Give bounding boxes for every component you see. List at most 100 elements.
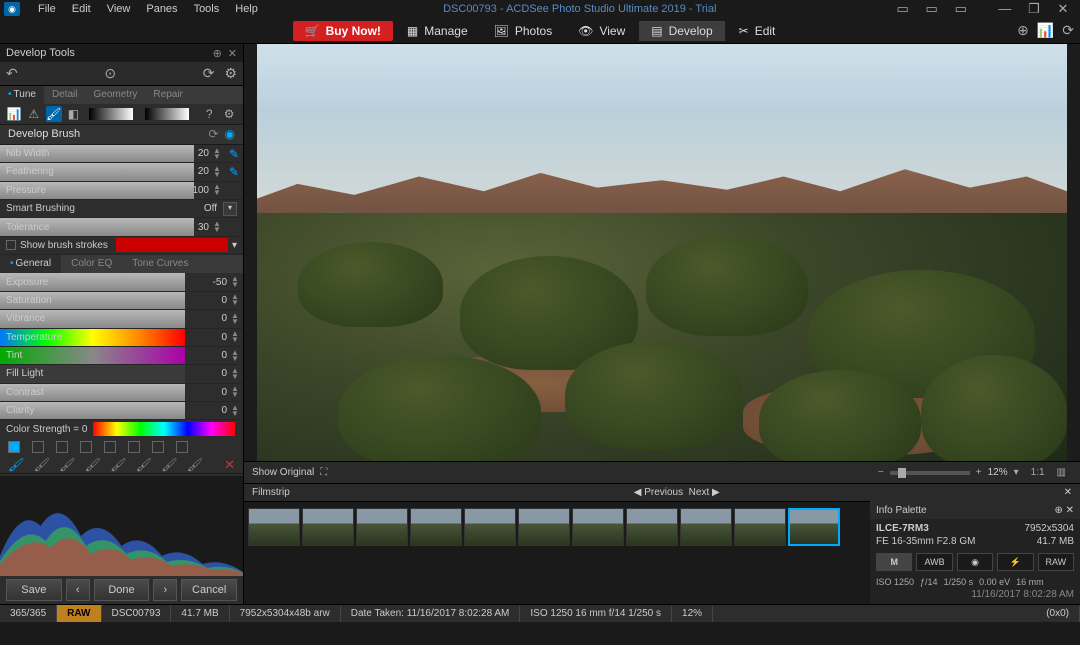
brush-slot-6-icon[interactable]: 🖌 [136, 457, 153, 473]
done-button[interactable]: Done [94, 579, 150, 601]
filmstrip[interactable] [244, 501, 870, 551]
awb-chip[interactable]: AWB [916, 553, 952, 571]
layout-toggle-icon[interactable]: ▥ [1057, 467, 1066, 478]
smart-brushing-row[interactable]: Smart Brushing Off ▾ [0, 200, 243, 218]
layout-icon-1[interactable]: ▭ [890, 1, 916, 17]
show-strokes-row[interactable]: Show brush strokes ▾ [0, 237, 243, 255]
tab-color-eq[interactable]: Color EQ [61, 255, 122, 273]
clarity-param[interactable]: Clarity0▲▼ [0, 402, 243, 420]
tab-general[interactable]: General [0, 255, 61, 273]
zoom-in-icon[interactable]: + [976, 467, 982, 478]
menu-tools[interactable]: Tools [186, 3, 228, 15]
brush-check-6[interactable] [128, 441, 140, 453]
fill-light-param[interactable]: Fill Light0▲▼ [0, 365, 243, 383]
brush-check-4[interactable] [80, 441, 92, 453]
menu-help[interactable]: Help [227, 3, 266, 15]
tab-detail[interactable]: Detail [44, 86, 86, 104]
chart-icon[interactable]: 📊 [1037, 22, 1054, 39]
thumb-1[interactable] [248, 508, 300, 546]
tab-tune[interactable]: Tune [0, 86, 44, 104]
brush-check-8[interactable] [176, 441, 188, 453]
brush-tool-icon[interactable]: 🖌 [46, 106, 62, 122]
tolerance-param[interactable]: Tolerance 30▲▼ [0, 218, 243, 236]
image-viewport[interactable] [244, 44, 1080, 461]
thumb-10[interactable] [734, 508, 786, 546]
reset-brush-icon[interactable]: ⟳ [208, 127, 218, 141]
thumb-8[interactable] [626, 508, 678, 546]
layout-icon-2[interactable]: ▭ [919, 1, 945, 17]
fit-icon[interactable]: ▾ [1014, 467, 1019, 478]
menu-edit[interactable]: Edit [64, 3, 99, 15]
histogram-icon[interactable]: 📊 [6, 106, 22, 122]
raw-chip[interactable]: RAW [1038, 553, 1074, 571]
stroke-color-swatch[interactable] [116, 238, 228, 252]
minimize-icon[interactable]: — [992, 1, 1018, 16]
maximize-icon[interactable]: ❐ [1021, 1, 1047, 17]
panel-close-icon[interactable]: ✕ [228, 47, 237, 60]
layout-icon-3[interactable]: ▭ [948, 1, 974, 17]
tab-geometry[interactable]: Geometry [86, 86, 146, 104]
mode-m-chip[interactable]: M [876, 553, 912, 571]
eyedrop-icon-2[interactable]: ✎ [225, 165, 243, 179]
brush-slot-8-icon[interactable]: 🖌 [187, 457, 204, 473]
brush-slot-5-icon[interactable]: 🖌 [110, 457, 127, 473]
buy-now-button[interactable]: 🛒 Buy Now! [293, 21, 393, 41]
show-original-button[interactable]: Show Original [252, 467, 314, 478]
zoom-out-icon[interactable]: − [878, 467, 884, 478]
brush-check-1[interactable] [8, 441, 20, 453]
strokes-checkbox[interactable] [6, 240, 16, 250]
gear-icon[interactable]: ⚙ [224, 65, 237, 82]
flash-chip[interactable]: ⚡ [997, 553, 1033, 571]
tab-repair[interactable]: Repair [145, 86, 190, 104]
vibrance-param[interactable]: Vibrance0▲▼ [0, 310, 243, 328]
delete-brush-icon[interactable]: ✕ [224, 457, 235, 473]
brush-slot-1-icon[interactable]: 🖌 [8, 457, 25, 473]
thumb-2[interactable] [302, 508, 354, 546]
thumb-4[interactable] [410, 508, 462, 546]
brush-slot-7-icon[interactable]: 🖌 [161, 457, 178, 473]
thumb-3[interactable] [356, 508, 408, 546]
mode-photos[interactable]: 🖼Photos [482, 21, 565, 41]
menu-view[interactable]: View [99, 3, 139, 15]
one-to-one-icon[interactable]: 1:1 [1031, 467, 1045, 478]
close-icon[interactable]: ✕ [1050, 1, 1076, 17]
zoom-slider[interactable] [890, 471, 970, 475]
brush-slot-4-icon[interactable]: 🖌 [85, 457, 102, 473]
filmstrip-close-icon[interactable]: ✕ [1064, 487, 1072, 498]
thumb-5[interactable] [464, 508, 516, 546]
tint-param[interactable]: Tint0▲▼ [0, 347, 243, 365]
info-close-icon[interactable]: ✕ [1066, 505, 1074, 516]
exposure-param[interactable]: Exposure-50▲▼ [0, 273, 243, 291]
prev-button[interactable]: ‹ [66, 579, 90, 601]
thumb-6[interactable] [518, 508, 570, 546]
film-prev-button[interactable]: ◀ Previous [634, 487, 683, 498]
help-icon[interactable]: ? [201, 106, 217, 122]
contrast-param[interactable]: Contrast0▲▼ [0, 384, 243, 402]
dropdown-icon[interactable]: ▾ [223, 202, 237, 216]
fullscreen-icon[interactable]: ⛶ [320, 467, 327, 478]
thumb-11[interactable] [788, 508, 840, 546]
saturation-param[interactable]: Saturation0▲▼ [0, 292, 243, 310]
thumb-7[interactable] [572, 508, 624, 546]
brush-slot-3-icon[interactable]: 🖌 [59, 457, 76, 473]
brush-check-7[interactable] [152, 441, 164, 453]
brush-check-5[interactable] [104, 441, 116, 453]
tab-tone-curves[interactable]: Tone Curves [122, 255, 198, 273]
settings-icon[interactable]: ⚙ [221, 106, 237, 122]
pin-icon[interactable]: ⊕ [213, 47, 222, 60]
menu-file[interactable]: File [30, 3, 64, 15]
pressure-param[interactable]: Pressure 100▲▼ [0, 182, 243, 200]
menu-panes[interactable]: Panes [138, 3, 185, 15]
thumb-9[interactable] [680, 508, 732, 546]
color-strength-row[interactable]: Color Strength = 0 [0, 420, 243, 437]
meter-chip[interactable]: ◉ [957, 553, 993, 571]
mode-view[interactable]: 👁View [566, 21, 637, 41]
refresh-icon[interactable]: ⟳ [203, 65, 215, 82]
sync-icon[interactable]: ⟳ [1062, 22, 1074, 39]
cancel-button[interactable]: Cancel [181, 579, 237, 601]
gradient-tool-icon[interactable]: ◧ [66, 106, 82, 122]
brush-check-2[interactable] [32, 441, 44, 453]
film-next-button[interactable]: Next ▶ [689, 487, 720, 498]
brush-active-icon[interactable]: ◉ [225, 127, 235, 141]
undo-icon[interactable]: ↶ [6, 65, 18, 82]
